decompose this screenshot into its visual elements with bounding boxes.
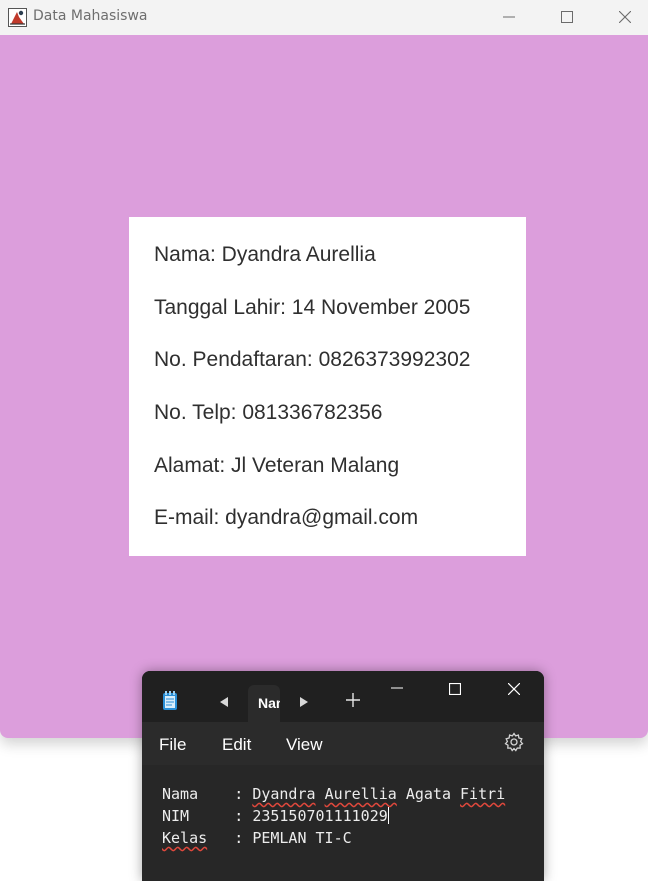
line1-separator: : [198,785,253,803]
student-info-panel: Nama: Dyandra Aurellia Tanggal Lahir: 14… [129,217,526,556]
line1-word-agata: Agata [396,785,461,803]
tab-scroll-left-icon[interactable] [220,697,229,707]
no-pendaftaran-label: No. Pendaftaran: 0826373992302 [154,348,471,371]
text-line-nama: Nama : Dyandra Aurellia Agata Fitri [162,785,505,803]
notepad-maximize-icon[interactable] [449,683,461,695]
line2-value: 235150701111029 [252,807,388,825]
close-icon [619,11,631,23]
no-telp-label: No. Telp: 081336782356 [154,401,383,424]
maximize-button[interactable] [544,0,590,35]
close-button[interactable] [602,0,648,35]
menu-file[interactable]: File [159,735,186,755]
menu-view[interactable]: View [286,735,323,755]
text-line-kelas: Kelas : PEMLAN TI-C [162,829,352,847]
minimize-icon [503,16,515,18]
line3-label: Kelas [162,829,208,847]
notepad-window: Nama File Edit View Nama [142,671,544,881]
line3-value: PEMLAN TI-C [252,829,352,847]
tab-nama[interactable]: Nama [248,685,280,722]
tanggal-lahir-label: Tanggal Lahir: 14 November 2005 [154,296,471,319]
minimize-button[interactable] [486,0,532,35]
line1-word-dyandra: Dyandra [252,785,316,803]
new-tab-icon[interactable] [346,693,360,707]
notepad-minimize-icon[interactable] [391,687,403,691]
maximize-icon [561,11,573,23]
alamat-label: Alamat: Jl Veteran Malang [154,454,400,477]
line1-word-fitri: Fitri [460,785,506,803]
text-line-nim: NIM : 235150701111029 [162,807,389,825]
line3-separator: : [207,829,253,847]
data-mahasiswa-window: Data Mahasiswa Nama: Dyandra Aurellia Ta… [0,0,648,738]
line1-label: Nama [162,785,199,803]
settings-gear-icon[interactable] [504,732,524,752]
email-label: E-mail: dyandra@gmail.com [154,506,419,529]
tab-scroll-right-icon[interactable] [299,697,308,707]
text-caret [387,807,389,824]
line2-separator: : [189,807,253,825]
notepad-title-bar[interactable]: Nama [142,671,544,722]
notepad-icon [163,691,177,710]
notepad-close-icon[interactable] [508,683,520,695]
window-title: Data Mahasiswa [33,8,148,24]
title-bar[interactable]: Data Mahasiswa [0,0,648,35]
line1-word-aurellia: Aurellia [324,785,397,803]
notepad-menu-bar: File Edit View [142,722,544,765]
java-app-icon [8,8,27,27]
notepad-text-area[interactable]: Nama : Dyandra Aurellia Agata Fitri NIM … [142,765,544,881]
menu-edit[interactable]: Edit [222,735,251,755]
tab-label: Nama [258,695,280,711]
nama-label: Nama: Dyandra Aurellia [154,243,376,266]
line2-label: NIM [162,807,190,825]
